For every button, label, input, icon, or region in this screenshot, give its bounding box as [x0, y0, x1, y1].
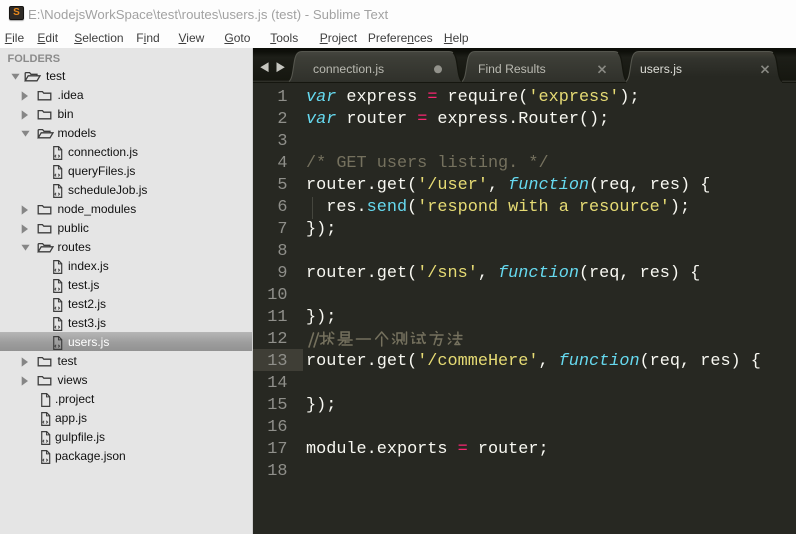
svg-text:users.js: users.js	[640, 62, 682, 76]
svg-text:Find Results: Find Results	[478, 62, 546, 76]
svg-text:connection.js: connection.js	[313, 62, 384, 76]
